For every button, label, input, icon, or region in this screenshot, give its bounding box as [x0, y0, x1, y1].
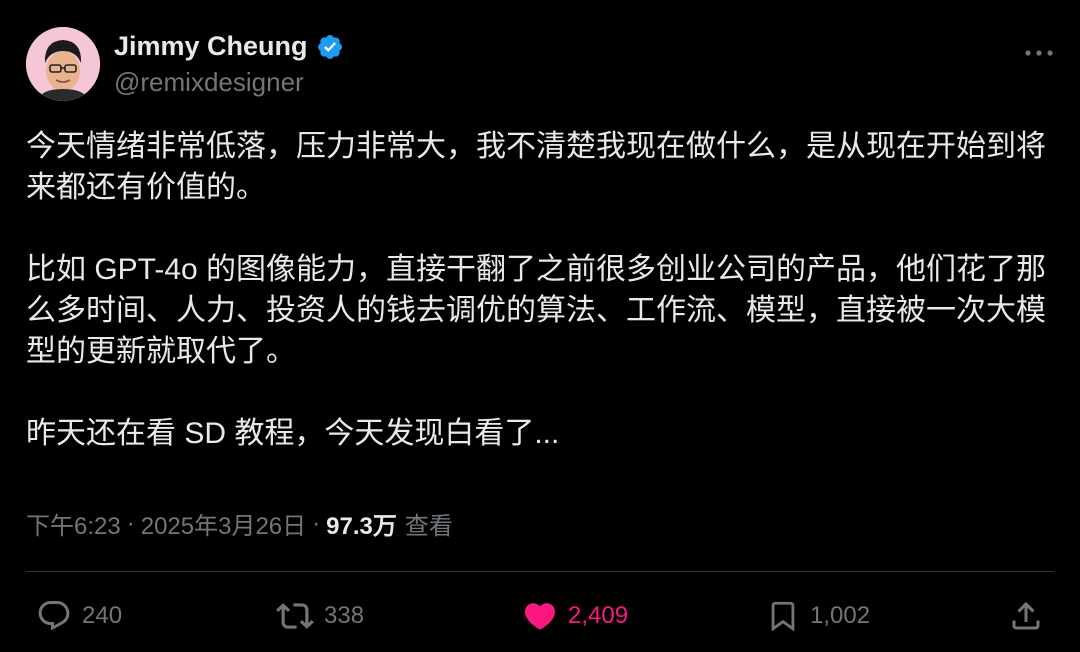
- like-button[interactable]: 2,409: [522, 594, 628, 638]
- tweet-paragraph: 今天情绪非常低落，压力非常大，我不清楚我现在做什么，是从现在开始到将来都还有价值…: [26, 130, 1046, 204]
- like-count: 2,409: [568, 602, 629, 629]
- retweet-count: 338: [324, 602, 365, 629]
- avatar[interactable]: [26, 27, 100, 101]
- author-name[interactable]: Jimmy Cheung: [114, 31, 308, 62]
- tweet-time[interactable]: 下午6:23: [26, 506, 121, 541]
- retweet-button[interactable]: 338: [276, 594, 364, 638]
- share-button[interactable]: [1008, 594, 1044, 638]
- tweet-paragraph: 比如 GPT-4o 的图像能力，直接干翻了之前很多创业公司的产品，他们花了那么多…: [26, 253, 1047, 368]
- meta-separator: ·: [312, 509, 321, 537]
- divider: [26, 571, 1054, 572]
- tweet-text: 今天情绪非常低落，压力非常大，我不清楚我现在做什么，是从现在开始到将来都还有价值…: [26, 126, 1056, 454]
- tweet-meta: 下午6:23 · 2025年3月26日 · 97.3万 查看: [26, 506, 453, 541]
- tweet-paragraph: 昨天还在看 SD 教程，今天发现白看了...: [26, 417, 560, 450]
- views-label: 查看: [404, 513, 453, 540]
- heart-icon: [522, 598, 558, 634]
- tweet-date[interactable]: 2025年3月26日: [141, 506, 306, 541]
- verified-badge-icon: [316, 33, 344, 61]
- share-icon: [1008, 598, 1044, 634]
- bookmark-button[interactable]: 1,002: [766, 594, 870, 638]
- retweet-icon: [276, 597, 314, 635]
- views-count[interactable]: 97.3万: [326, 506, 397, 541]
- meta-separator: ·: [126, 509, 135, 537]
- action-bar: 240 338 2,409 1,002: [0, 594, 1080, 638]
- reply-count: 240: [82, 602, 123, 629]
- author-handle[interactable]: @remixdesigner: [114, 67, 304, 98]
- bookmark-count: 1,002: [810, 602, 871, 629]
- more-options-icon[interactable]: [1024, 44, 1054, 56]
- bookmark-icon: [766, 598, 800, 634]
- reply-button[interactable]: 240: [36, 594, 122, 638]
- reply-icon: [36, 598, 72, 634]
